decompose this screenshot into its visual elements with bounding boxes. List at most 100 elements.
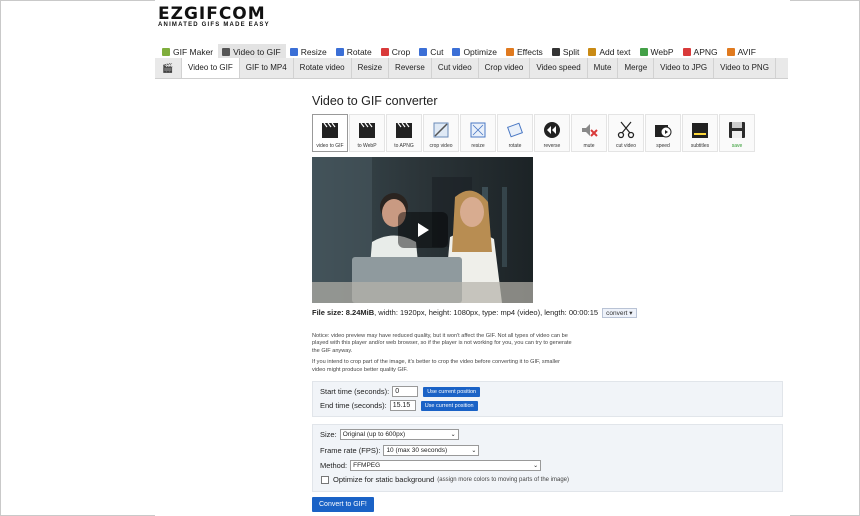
subnav-tab-merge[interactable]: Merge: [618, 58, 655, 78]
method-row: Method: FFMPEG ⌄: [320, 460, 542, 471]
film-icon: 🎬: [155, 58, 182, 78]
tool-to-apng[interactable]: to APNG: [386, 114, 422, 152]
notice-paragraph-2: If you intend to crop part of the image,…: [312, 359, 560, 373]
convert-dropdown-button[interactable]: convert ▾: [602, 308, 637, 318]
chevron-down-icon: ▾: [629, 310, 633, 317]
video-player[interactable]: [312, 157, 533, 303]
start-use-position-button[interactable]: Use current position: [423, 386, 481, 397]
end-time-input[interactable]: 15.15: [389, 400, 416, 411]
size-select[interactable]: Original (up to 600px) ⌄: [339, 429, 459, 440]
end-use-position-button[interactable]: Use current position: [420, 400, 478, 411]
clapperboard-icon: [394, 120, 414, 140]
convert-label: convert: [606, 310, 628, 317]
tool-label: subtitles: [690, 143, 710, 149]
tool-video-to-gif[interactable]: video to GIF: [312, 114, 348, 152]
optimize-row: Optimize for static background (assign m…: [321, 475, 569, 484]
topnav-label: Add text: [599, 47, 631, 57]
topnav-label: Crop: [391, 47, 411, 57]
topnav-label: Optimize: [463, 47, 497, 57]
method-select[interactable]: FFMPEG ⌄: [350, 460, 542, 471]
tool-label: crop video: [429, 143, 453, 149]
tool-label: reverse: [543, 143, 561, 149]
topnav-label: Resize: [300, 47, 327, 57]
site-logo[interactable]: EZGIFCOM ANIMATED GIFS MADE EASY: [158, 4, 270, 29]
optimize-note: (assign more colors to moving parts of t…: [437, 476, 570, 483]
file-size-value: 8.24MiB: [345, 308, 375, 317]
tool-label: rotate: [508, 143, 522, 149]
tool-cut-video[interactable]: cut video: [608, 114, 644, 152]
subnav-tab-gif-to-mp4[interactable]: GIF to MP4: [240, 58, 294, 78]
chevron-down-icon: ⌄: [450, 432, 456, 438]
page-title: Video to GIF converter: [312, 94, 438, 108]
tool-rotate[interactable]: rotate: [497, 114, 533, 152]
subnav-tab-video-to-png[interactable]: Video to PNG: [714, 58, 776, 78]
optimize-label[interactable]: Optimize for static background: [333, 475, 434, 484]
size-value: Original (up to 600px): [342, 431, 406, 438]
subnav-tab-resize[interactable]: Resize: [352, 58, 390, 78]
subnav-tab-rotate-video[interactable]: Rotate video: [294, 58, 352, 78]
tool-label: resize: [471, 143, 485, 149]
tool-crop-video[interactable]: crop video: [423, 114, 459, 152]
subnav-tab-mute[interactable]: Mute: [588, 58, 619, 78]
size-row: Size: Original (up to 600px) ⌄: [320, 429, 459, 440]
tool-resize[interactable]: resize: [460, 114, 496, 152]
resize-video-icon: [468, 120, 488, 140]
split-icon: [551, 48, 560, 56]
start-time-row: Start time (seconds): 0 Use current posi…: [320, 386, 481, 397]
tool-to-webp[interactable]: to WebP: [349, 114, 385, 152]
tool-label: save: [731, 143, 743, 149]
apng-icon: [682, 48, 691, 56]
scissors-icon: [616, 120, 636, 140]
subnav-tab-cut-video[interactable]: Cut video: [432, 58, 479, 78]
effects-icon: [505, 48, 514, 56]
tool-label: to APNG: [394, 143, 414, 149]
subnav-tab-crop-video[interactable]: Crop video: [479, 58, 531, 78]
subnav-tab-video-to-jpg[interactable]: Video to JPG: [654, 58, 715, 78]
webp-icon: [639, 48, 648, 56]
convert-to-gif-button[interactable]: Convert to GIF!: [312, 497, 374, 512]
video-frame: [312, 157, 533, 303]
file-size-label: File size:: [312, 308, 344, 317]
logo-text: EZGIFCOM: [158, 4, 266, 24]
tool-label: speed: [656, 143, 670, 149]
tool-mute[interactable]: mute: [571, 114, 607, 152]
end-time-row: End time (seconds): 15.15 Use current po…: [320, 400, 478, 411]
tool-reverse[interactable]: reverse: [534, 114, 570, 152]
fps-value: 10 (max 30 seconds): [386, 447, 448, 454]
start-time-input[interactable]: 0: [392, 386, 419, 397]
topnav-label: AVIF: [737, 47, 756, 57]
topnav-label: Cut: [430, 47, 444, 57]
method-label: Method:: [320, 461, 348, 470]
tool-label: mute: [583, 143, 595, 149]
rotate-video-icon: [505, 120, 525, 140]
topnav-label: APNG: [693, 47, 718, 57]
tool-label: to WebP: [357, 143, 377, 149]
cut-icon: [419, 48, 428, 56]
fps-row: Frame rate (FPS): 10 (max 30 seconds) ⌄: [320, 445, 480, 456]
topnav-label: Effects: [516, 47, 543, 57]
tool-speed[interactable]: speed: [645, 114, 681, 152]
tool-save[interactable]: save: [719, 114, 755, 152]
notice-text: Notice: video preview may have reduced q…: [312, 333, 572, 378]
mute-icon: [579, 120, 599, 140]
clapperboard-icon: [320, 120, 340, 140]
subnav-tab-reverse[interactable]: Reverse: [389, 58, 432, 78]
clapperboard-icon: [357, 120, 377, 140]
subnav-tab-video-speed[interactable]: Video speed: [530, 58, 588, 78]
end-time-label: End time (seconds):: [320, 401, 387, 410]
save-icon: [727, 120, 747, 140]
file-info: File size: 8.24MiB, width: 1920px, heigh…: [312, 308, 637, 318]
chevron-down-icon: ⌄: [533, 463, 539, 469]
optimize-checkbox[interactable]: [321, 475, 329, 484]
notice-paragraph-1: Notice: video preview may have reduced q…: [312, 333, 572, 354]
fps-select[interactable]: 10 (max 30 seconds) ⌄: [383, 445, 480, 456]
chevron-down-icon: ⌄: [471, 448, 477, 454]
speed-icon: [653, 120, 673, 140]
avif-icon: [726, 48, 735, 56]
tool-subtitles[interactable]: subtitles: [682, 114, 718, 152]
tool-label: video to GIF: [316, 143, 344, 149]
resize-icon: [289, 48, 298, 56]
fps-label: Frame rate (FPS):: [320, 446, 381, 455]
crop-icon: [380, 48, 389, 56]
subnav-tab-video-to-gif[interactable]: Video to GIF: [182, 58, 240, 78]
